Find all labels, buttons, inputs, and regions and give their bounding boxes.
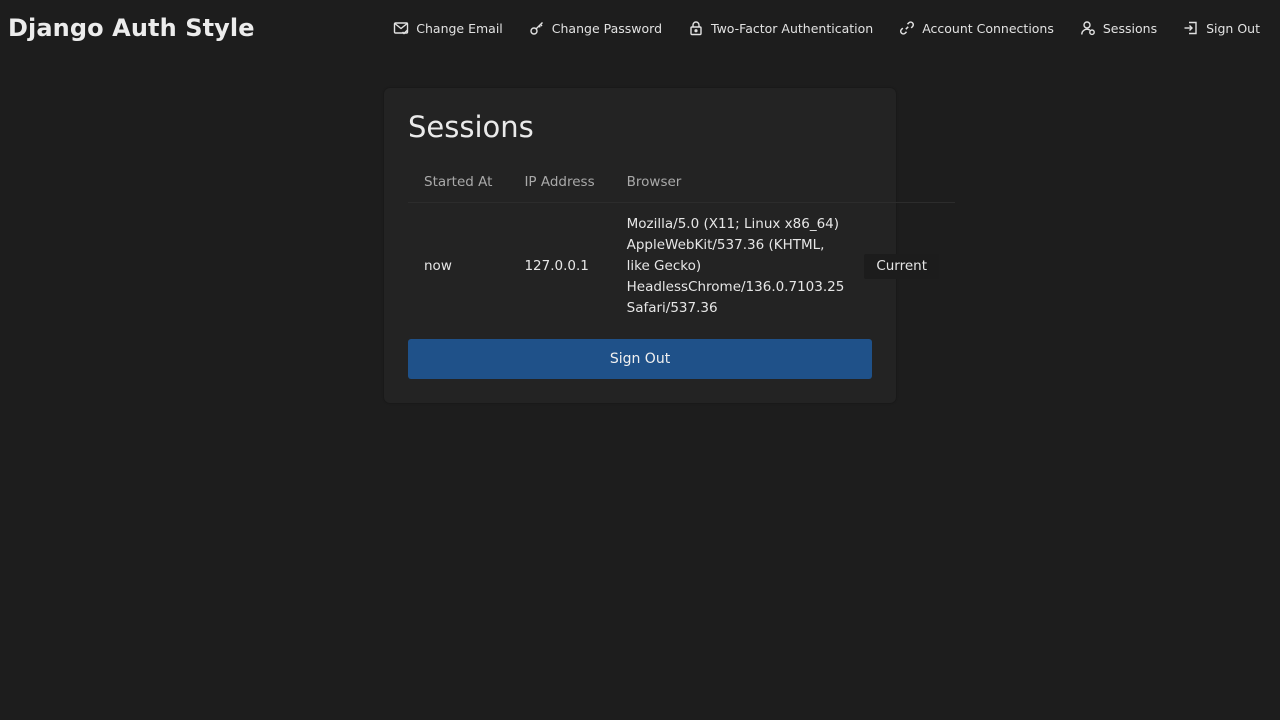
header-started-at: Started At	[408, 162, 509, 203]
cell-ip-address: 127.0.0.1	[524, 257, 589, 274]
nav-account-connections-label: Account Connections	[922, 20, 1054, 36]
nav-change-email[interactable]: Change Email	[393, 20, 503, 36]
sign-out-icon	[1183, 20, 1199, 36]
table-header-row: Started At IP Address Browser	[408, 162, 956, 203]
envelope-check-icon	[393, 20, 409, 36]
sessions-card: Sessions Started At IP Address Browser n…	[384, 88, 956, 403]
header-browser: Browser	[610, 162, 861, 203]
nav-two-factor-label: Two-Factor Authentication	[711, 20, 874, 36]
user-icon	[1080, 20, 1096, 36]
nav-account-connections[interactable]: Account Connections	[899, 20, 1054, 36]
nav-sessions-label: Sessions	[1102, 20, 1158, 36]
link-icon	[899, 20, 915, 36]
cell-started-at: now	[424, 257, 452, 274]
main-nav: Change Email Change Password Two-Factor …	[393, 20, 1260, 36]
nav-sign-out[interactable]: Sign Out	[1183, 20, 1260, 36]
header-ip-address: IP Address	[508, 162, 611, 203]
nav-two-factor[interactable]: Two-Factor Authentication	[688, 20, 873, 36]
top-navbar: Django Auth Style Change Email Change Pa…	[0, 0, 1280, 64]
header-status	[860, 162, 956, 203]
nav-sign-out-label: Sign Out	[1206, 20, 1260, 36]
sign-out-button[interactable]: Sign Out	[408, 339, 872, 379]
nav-sessions[interactable]: Sessions	[1080, 20, 1157, 36]
sessions-table: Started At IP Address Browser now 127.0.…	[408, 162, 956, 330]
table-row: now 127.0.0.1 Mozilla/5.0 (X11; Linux x8…	[408, 202, 955, 330]
lock-icon	[688, 20, 704, 36]
brand-title[interactable]: Django Auth Style	[8, 14, 255, 42]
cell-browser: Mozilla/5.0 (X11; Linux x86_64) AppleWeb…	[626, 215, 845, 316]
cell-status: Current	[860, 202, 955, 330]
nav-change-password[interactable]: Change Password	[529, 20, 662, 36]
nav-change-email-label: Change Email	[416, 20, 503, 36]
nav-change-password-label: Change Password	[551, 20, 662, 36]
current-session-badge: Current	[864, 253, 940, 279]
page-title: Sessions	[408, 110, 534, 144]
key-icon	[529, 20, 545, 36]
